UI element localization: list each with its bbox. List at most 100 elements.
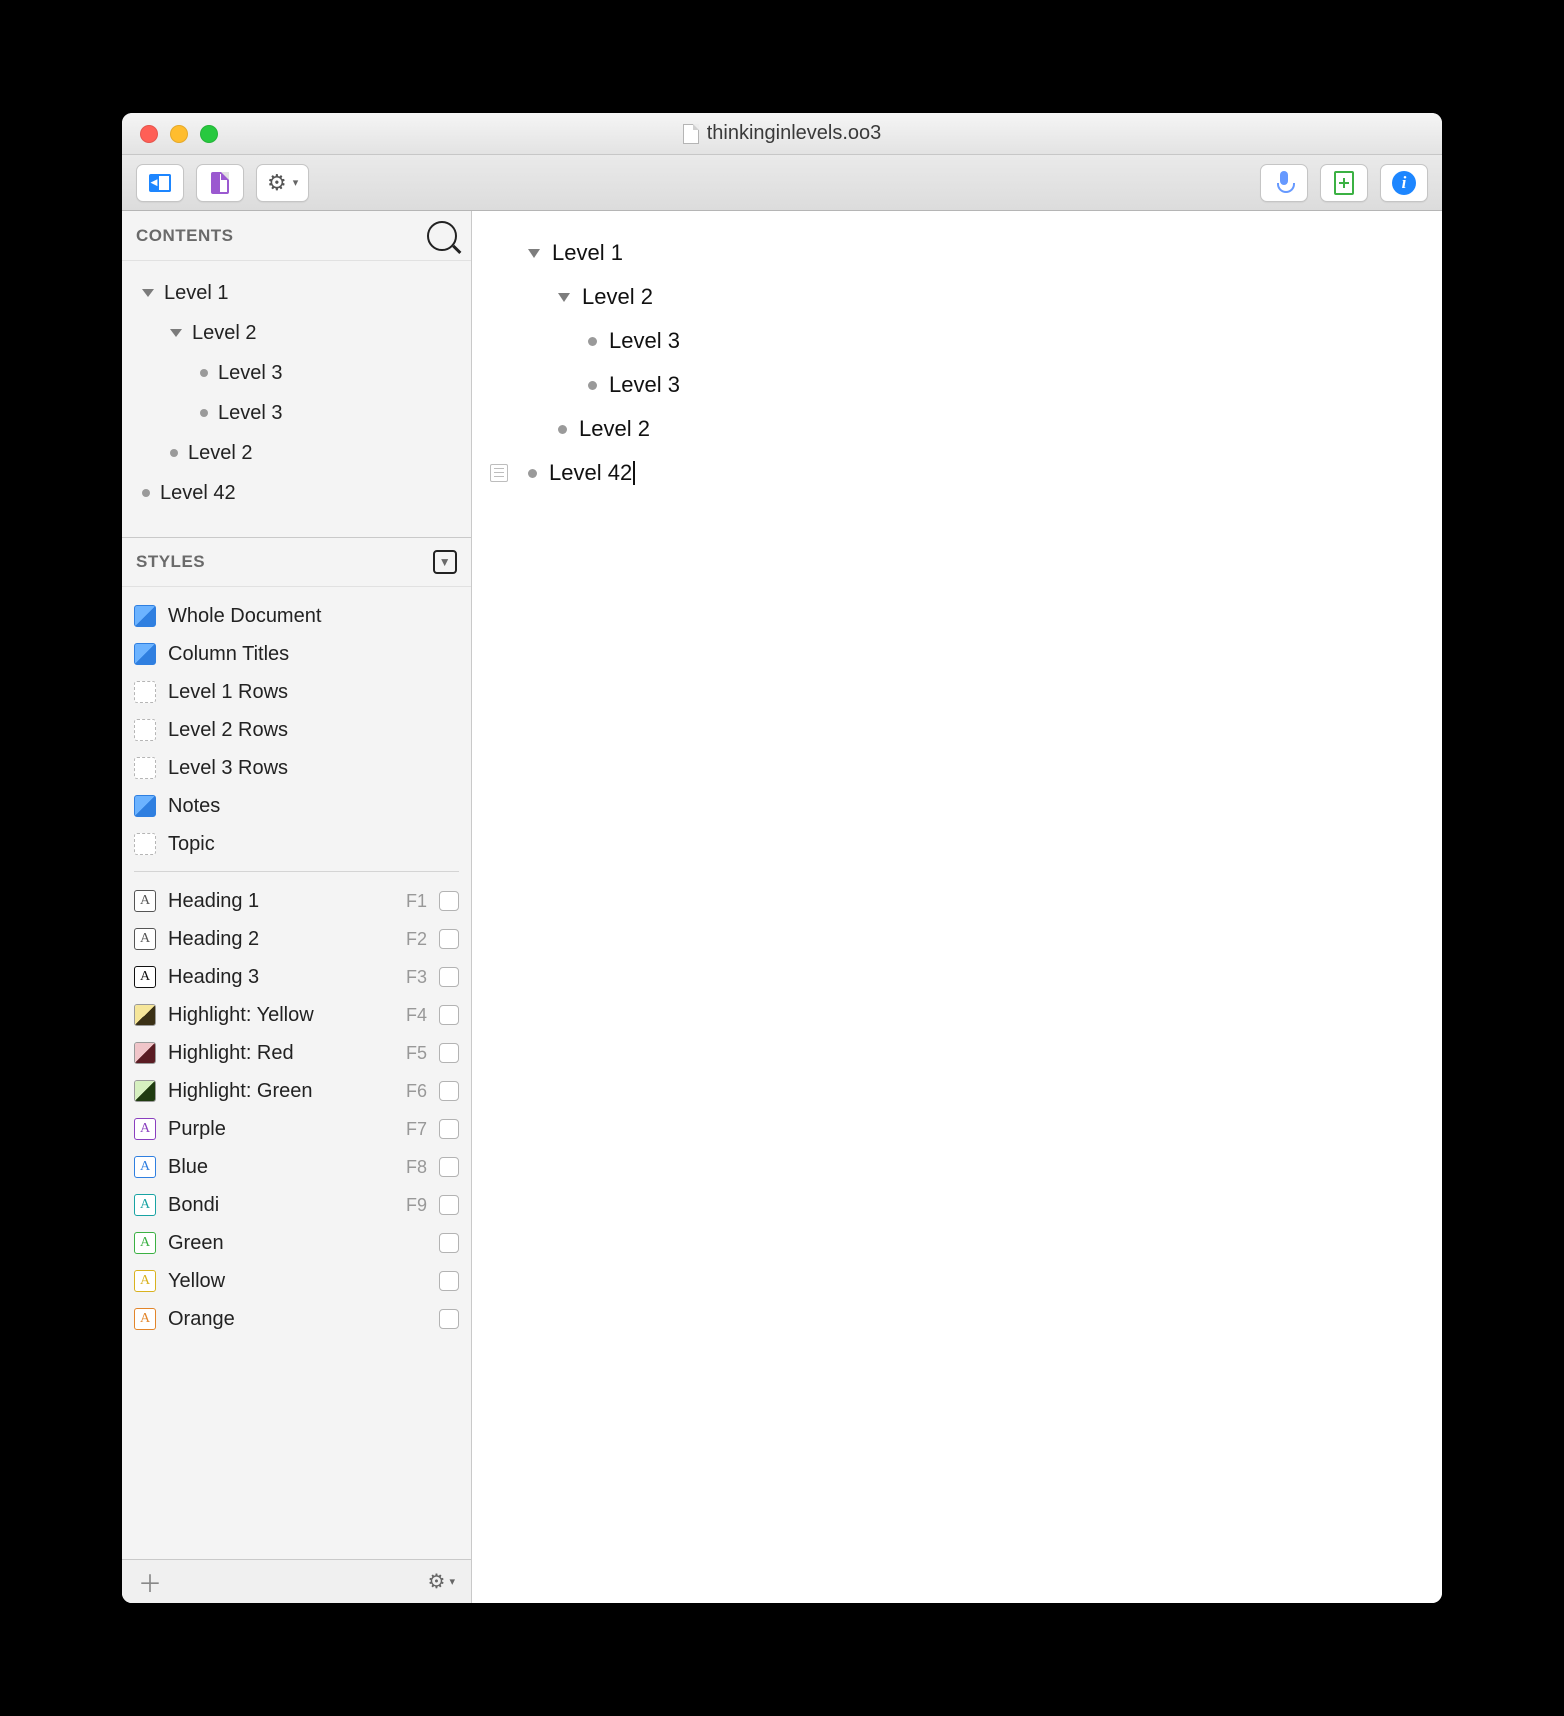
outline-row-text[interactable]: Level 3 xyxy=(609,328,680,354)
style-row[interactable]: A Green xyxy=(134,1224,459,1262)
style-checkbox[interactable] xyxy=(439,891,459,911)
contents-item[interactable]: Level 2 xyxy=(130,433,463,473)
bullet-icon xyxy=(200,369,208,377)
style-label: Heading 1 xyxy=(168,890,394,913)
style-row[interactable]: Level 1 Rows xyxy=(134,673,459,711)
bullet-icon xyxy=(588,337,597,346)
style-checkbox[interactable] xyxy=(439,1005,459,1025)
style-checkbox[interactable] xyxy=(439,1309,459,1329)
style-row[interactable]: Topic xyxy=(134,825,459,863)
outline-row-text[interactable]: Level 2 xyxy=(582,284,653,310)
style-label: Blue xyxy=(168,1156,394,1179)
contents-item-label: Level 3 xyxy=(218,402,283,425)
style-label: Level 2 Rows xyxy=(168,719,459,742)
style-checkbox[interactable] xyxy=(439,1233,459,1253)
contents-item[interactable]: Level 3 xyxy=(130,353,463,393)
plus-icon xyxy=(1334,171,1354,195)
search-button[interactable] xyxy=(427,221,457,251)
zoom-window-button[interactable] xyxy=(200,125,218,143)
outline-row-text[interactable]: Level 42 xyxy=(549,460,632,486)
style-options-button[interactable]: ⚙ ▾ xyxy=(428,1569,455,1594)
document-view-button[interactable] xyxy=(196,164,244,202)
style-row[interactable]: Highlight: GreenF6 xyxy=(134,1072,459,1110)
style-row[interactable]: Column Titles xyxy=(134,635,459,673)
style-checkbox[interactable] xyxy=(439,929,459,949)
style-checkbox[interactable] xyxy=(439,1119,459,1139)
toggle-sidebar-button[interactable] xyxy=(136,164,184,202)
divider xyxy=(134,871,459,872)
outline-row[interactable]: Level 42 xyxy=(484,451,1430,495)
style-row[interactable]: AOrange xyxy=(134,1300,459,1338)
outline-row[interactable]: Level 3 xyxy=(484,363,1430,407)
style-label: Orange xyxy=(168,1308,415,1331)
style-row[interactable]: APurpleF7 xyxy=(134,1110,459,1148)
contents-item-label: Level 1 xyxy=(164,282,229,305)
style-shortcut: F7 xyxy=(406,1119,427,1140)
style-label: Heading 2 xyxy=(168,928,394,951)
close-window-button[interactable] xyxy=(140,125,158,143)
style-label: Column Titles xyxy=(168,643,459,666)
style-checkbox[interactable] xyxy=(439,1271,459,1291)
style-swatch-icon: A xyxy=(134,1232,156,1254)
style-row[interactable]: Highlight: Red F5 xyxy=(134,1034,459,1072)
style-swatch-icon xyxy=(134,833,156,855)
minimize-window-button[interactable] xyxy=(170,125,188,143)
microphone-icon xyxy=(1275,171,1293,195)
outline-row[interactable]: Level 3 xyxy=(484,319,1430,363)
style-swatch-icon xyxy=(134,757,156,779)
style-shortcut: F1 xyxy=(406,891,427,912)
outline-row-text[interactable]: Level 2 xyxy=(579,416,650,442)
style-row[interactable]: Level 2 Rows xyxy=(134,711,459,749)
style-shortcut: F8 xyxy=(406,1157,427,1178)
style-label: Green xyxy=(168,1232,415,1255)
style-row[interactable]: Highlight: YellowF4 xyxy=(134,996,459,1034)
disclosure-arrow-icon[interactable] xyxy=(558,293,570,302)
add-style-button[interactable]: ＋ xyxy=(138,1564,162,1599)
disclosure-arrow-icon[interactable] xyxy=(528,249,540,258)
style-checkbox[interactable] xyxy=(439,1081,459,1101)
style-checkbox[interactable] xyxy=(439,1157,459,1177)
style-row[interactable]: Level 3 Rows xyxy=(134,749,459,787)
titlebar: thinkinginlevels.oo3 xyxy=(122,113,1442,155)
style-swatch-icon xyxy=(134,605,156,627)
style-row[interactable]: AHeading 1F1 xyxy=(134,882,459,920)
outline-row[interactable]: Level 2 xyxy=(484,407,1430,451)
outline-row-text[interactable]: Level 1 xyxy=(552,240,623,266)
style-swatch-icon: A xyxy=(134,1156,156,1178)
style-row[interactable]: ABondiF9 xyxy=(134,1186,459,1224)
style-label: Bondi xyxy=(168,1194,394,1217)
outline-row[interactable]: Level 2 xyxy=(484,275,1430,319)
style-checkbox[interactable] xyxy=(439,1043,459,1063)
outline-area[interactable]: Level 1 Level 2 Level 3 Level 3 Level 2 Level… xyxy=(472,211,1442,1603)
style-row[interactable]: A Blue F8 xyxy=(134,1148,459,1186)
style-checkbox[interactable] xyxy=(439,967,459,987)
style-swatch-icon xyxy=(134,681,156,703)
style-checkbox[interactable] xyxy=(439,1195,459,1215)
add-column-button[interactable] xyxy=(1320,164,1368,202)
contents-item[interactable]: Level 42 xyxy=(130,473,463,513)
text-cursor xyxy=(633,461,635,485)
style-row[interactable]: AHeading 2F2 xyxy=(134,920,459,958)
inspector-button[interactable]: i xyxy=(1380,164,1428,202)
style-row[interactable]: AYellow xyxy=(134,1262,459,1300)
note-icon[interactable] xyxy=(490,464,508,482)
styles-menu-button[interactable]: ▼ xyxy=(433,550,457,574)
outline-row[interactable]: Level 1 xyxy=(484,231,1430,275)
style-swatch-icon xyxy=(134,1042,156,1064)
style-label: Level 3 Rows xyxy=(168,757,459,780)
style-row[interactable]: AHeading 3F3 xyxy=(134,958,459,996)
style-label: Highlight: Red xyxy=(168,1042,394,1065)
contents-item[interactable]: Level 3 xyxy=(130,393,463,433)
style-row[interactable]: Notes xyxy=(134,787,459,825)
style-label: Topic xyxy=(168,833,459,856)
action-menu-button[interactable]: ⚙ ▾ xyxy=(256,164,309,202)
toolbar: ⚙ ▾ i xyxy=(122,155,1442,211)
contents-item[interactable]: Level 1 xyxy=(130,273,463,313)
style-swatch-icon: A xyxy=(134,1118,156,1140)
outline-row-text[interactable]: Level 3 xyxy=(609,372,680,398)
style-row[interactable]: Whole Document xyxy=(134,597,459,635)
sidebar-footer: ＋ ⚙ ▾ xyxy=(122,1559,471,1603)
style-shortcut: F5 xyxy=(406,1043,427,1064)
contents-item[interactable]: Level 2 xyxy=(130,313,463,353)
record-audio-button[interactable] xyxy=(1260,164,1308,202)
